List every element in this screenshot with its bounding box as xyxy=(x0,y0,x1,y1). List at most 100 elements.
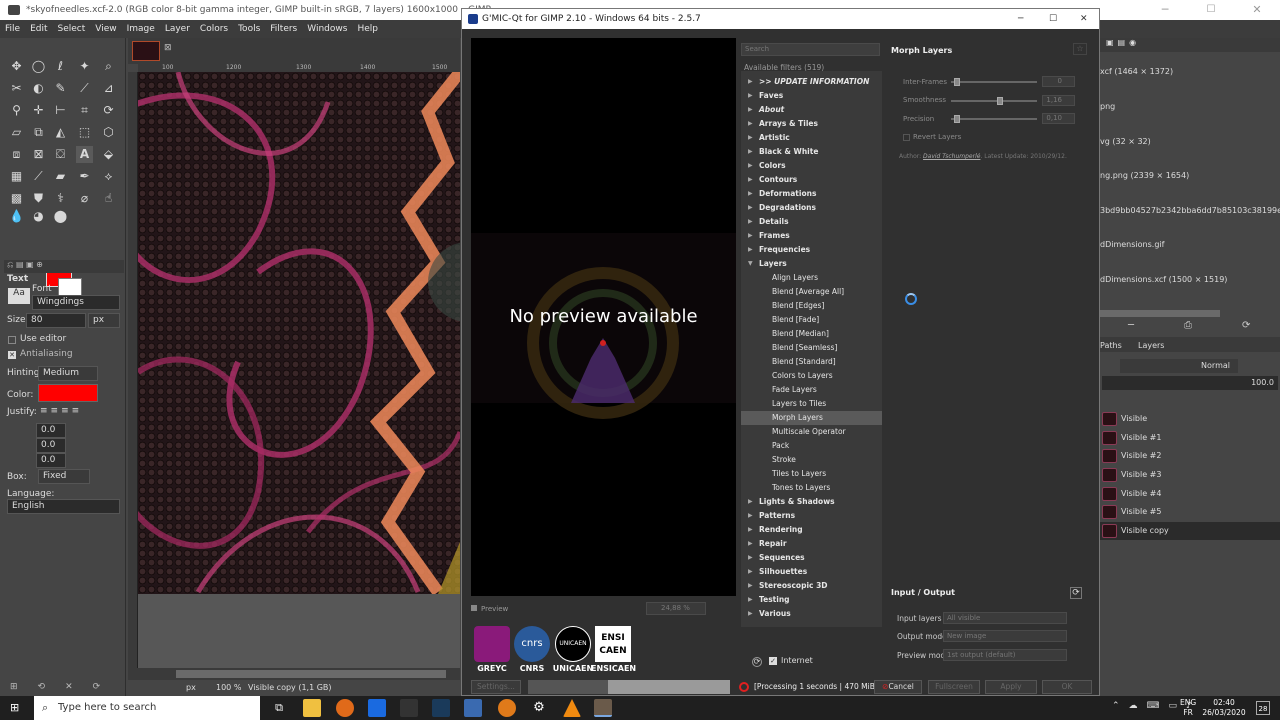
preview-mode-select[interactable]: 1st output (default) xyxy=(943,649,1067,661)
menu-colors[interactable]: Colors xyxy=(195,20,233,38)
filter-category[interactable]: ▶ Deformations xyxy=(741,187,882,201)
foreground-select-icon[interactable]: ◐ xyxy=(30,80,47,97)
gmic-maximize-icon[interactable]: ☐ xyxy=(1049,9,1057,29)
smudge-icon[interactable]: ☝ xyxy=(100,190,117,207)
collapsed-arrow-icon[interactable]: ▶ xyxy=(748,215,753,229)
maximize-icon[interactable]: ☐ xyxy=(1188,0,1234,20)
output-mode-select[interactable]: New image xyxy=(943,630,1067,642)
task-view-icon[interactable]: ⧉ xyxy=(270,699,288,717)
filter-item[interactable]: Morph Layers xyxy=(741,411,882,425)
firefox-icon[interactable] xyxy=(336,699,354,717)
heal-icon[interactable]: ⚕ xyxy=(52,190,69,207)
revert-layers-checkbox[interactable] xyxy=(903,134,910,141)
magnify-icon[interactable]: ⌕ xyxy=(100,58,117,75)
size-field[interactable]: 80 xyxy=(26,313,86,328)
dock-tab-icons[interactable]: ▣▤◉ xyxy=(1100,38,1280,52)
font-field[interactable]: Wingdings xyxy=(32,295,120,310)
perspective-icon[interactable]: ◭ xyxy=(52,124,69,141)
collapsed-arrow-icon[interactable]: ▶ xyxy=(748,523,753,537)
collapsed-arrow-icon[interactable]: ▶ xyxy=(748,131,753,145)
crop-icon[interactable]: ⌗ xyxy=(76,102,93,119)
filter-item[interactable]: Fade Layers xyxy=(741,383,882,397)
preview-area[interactable]: No preview available xyxy=(471,38,736,596)
fullscreen-button[interactable]: Fullscreen xyxy=(928,680,980,694)
filter-item[interactable]: Multiscale Operator xyxy=(741,425,882,439)
ellipse-select-icon[interactable]: ◯ xyxy=(30,58,47,75)
fuzzy-select-icon[interactable]: ✦ xyxy=(76,58,93,75)
tool-options-tabs[interactable]: ⎌ ▤ ▣ ⊕ xyxy=(4,260,124,273)
layer-row-selected[interactable]: Visible copy xyxy=(1100,522,1280,540)
collapsed-arrow-icon[interactable]: ▶ xyxy=(748,159,753,173)
close-icon[interactable]: ✕ xyxy=(1234,0,1280,20)
menu-file[interactable]: File xyxy=(0,20,25,38)
smoothness-spin[interactable]: 1,16 xyxy=(1042,95,1075,106)
box-select[interactable]: Fixed xyxy=(38,469,90,484)
filter-category[interactable]: ▶ Arrays & Tiles xyxy=(741,117,882,131)
layers-tab[interactable]: Layers xyxy=(1138,341,1164,350)
layer-row[interactable]: Visible #5 xyxy=(1100,503,1280,521)
filter-category[interactable]: ▶ Patterns xyxy=(741,509,882,523)
collapsed-arrow-icon[interactable]: ▶ xyxy=(748,537,753,551)
filter-category[interactable]: ▶ Sequences xyxy=(741,551,882,565)
ok-button[interactable]: OK xyxy=(1042,680,1092,694)
layer-mode-select[interactable]: Normal xyxy=(1120,359,1238,373)
filter-item[interactable]: Blend [Median] xyxy=(741,327,882,341)
menu-select[interactable]: Select xyxy=(53,20,91,38)
collapsed-arrow-icon[interactable]: ▶ xyxy=(748,509,753,523)
collapsed-arrow-icon[interactable]: ▶ xyxy=(748,243,753,257)
scrollbar-thumb[interactable] xyxy=(176,670,446,678)
abort-icon[interactable] xyxy=(739,682,749,692)
collapsed-arrow-icon[interactable]: ▶ xyxy=(748,103,753,117)
size-unit-select[interactable]: px xyxy=(88,313,120,328)
paintbrush-icon[interactable]: ⟋ xyxy=(30,168,47,185)
filter-category[interactable]: ▶ Contours xyxy=(741,173,882,187)
images-scrollbar[interactable] xyxy=(1100,310,1220,317)
expanded-arrow-icon[interactable]: ▼ xyxy=(748,257,753,271)
filter-item[interactable]: Blend [Fade] xyxy=(741,313,882,327)
apply-button[interactable]: Apply xyxy=(985,680,1037,694)
layer-row[interactable]: Visible xyxy=(1100,410,1280,428)
update-icon[interactable]: ⟳ xyxy=(752,657,762,667)
windows-start-icon[interactable]: ⊞ xyxy=(10,702,22,714)
collapsed-arrow-icon[interactable]: ▶ xyxy=(748,565,753,579)
filter-item[interactable]: Tiles to Layers xyxy=(741,467,882,481)
input-layers-select[interactable]: All visible xyxy=(943,612,1067,624)
gradient-icon[interactable]: ⬙ xyxy=(100,146,117,163)
bucket-fill-icon[interactable]: ⛋ xyxy=(52,146,69,163)
settings-button[interactable]: Settings... xyxy=(471,680,521,694)
settings-gear-icon[interactable]: ⚙ xyxy=(530,699,548,717)
precision-slider[interactable] xyxy=(951,115,1037,123)
layer-row[interactable]: Visible #1 xyxy=(1100,429,1280,447)
zoom-select[interactable]: 100 % xyxy=(216,680,241,696)
filter-category[interactable]: ▶ About xyxy=(741,103,882,117)
slider-knob[interactable] xyxy=(954,78,960,86)
filter-category[interactable]: ▶ Frames xyxy=(741,229,882,243)
filter-category[interactable]: ▶ Faves xyxy=(741,89,882,103)
filter-tree[interactable]: ▶ >> UPDATE INFORMATION ▶ Faves ▶ About ▶ Array… xyxy=(741,71,882,627)
warp-icon[interactable]: ⧈ xyxy=(8,146,25,163)
collapsed-arrow-icon[interactable]: ▶ xyxy=(748,89,753,103)
clone-icon[interactable]: ⛊ xyxy=(30,190,47,207)
taskbar-search-box[interactable]: ⌕ Type here to search xyxy=(34,696,260,720)
tool-options-footer-icons[interactable]: ⊞⟲✕⟳ xyxy=(10,682,120,692)
collapsed-arrow-icon[interactable]: ▶ xyxy=(748,495,753,509)
collapsed-arrow-icon[interactable]: ▶ xyxy=(748,593,753,607)
layer-row[interactable]: Visible #2 xyxy=(1100,447,1280,465)
line-spacing-field[interactable]: 0.0 xyxy=(36,438,66,453)
image-list-item[interactable]: ng.png (2339 × 1654) xyxy=(1100,171,1189,180)
refresh-icon[interactable]: ⟳ xyxy=(1070,587,1082,599)
filter-category[interactable]: ▶ Rendering xyxy=(741,523,882,537)
image-canvas[interactable] xyxy=(138,72,460,594)
filter-category[interactable]: ▶ Repair xyxy=(741,537,882,551)
preview-checkbox[interactable] xyxy=(471,605,477,611)
color-picker-icon[interactable]: ⟋ xyxy=(76,80,93,97)
menu-tools[interactable]: Tools xyxy=(233,20,265,38)
justify-buttons-icon[interactable]: ≡≡≡≡ xyxy=(40,406,82,416)
cage-icon[interactable]: ⬡ xyxy=(100,124,117,141)
mail-icon[interactable] xyxy=(368,699,386,717)
internet-checkbox[interactable]: ✓ xyxy=(769,657,777,665)
align-icon[interactable]: ⚲ xyxy=(8,102,25,119)
opacity-field[interactable]: 100.0 xyxy=(1102,376,1278,390)
filter-item[interactable]: Stroke xyxy=(741,453,882,467)
indent-field[interactable]: 0.0 xyxy=(36,423,66,438)
